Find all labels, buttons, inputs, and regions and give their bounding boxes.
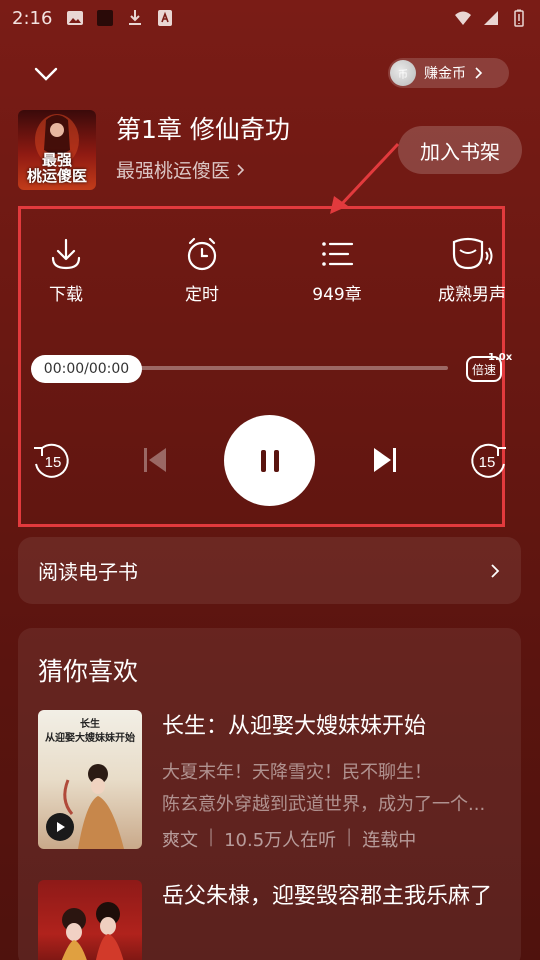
recommend-item[interactable]: 长生 从迎娶大嫂妹妹开始 长生：从迎娶大嫂妹妹开始 大夏末年！天降雪灾！民不聊生… (38, 710, 508, 852)
status-bar: 2:16 (0, 0, 540, 36)
chevron-down-icon (34, 67, 58, 81)
timer-label: 定时 (185, 285, 219, 305)
forward-15-button[interactable]: 15 (468, 440, 510, 482)
download-label: 下载 (49, 285, 83, 305)
svg-text:15: 15 (45, 454, 62, 471)
recommend-listeners: 10.5万人在听 (224, 830, 337, 851)
download-button[interactable]: 下载 (16, 236, 116, 305)
play-icon (57, 822, 65, 832)
recommend-meta: 爽文 | 10.5万人在听 | 连载中 (162, 826, 416, 852)
skip-next-icon (374, 448, 396, 472)
alarm-clock-icon (187, 237, 217, 271)
forward-15-icon: 15 (471, 443, 506, 478)
chapter-list-button[interactable]: 949章 (287, 236, 387, 305)
status-time: 2:16 (12, 7, 53, 29)
chevron-right-icon (475, 67, 483, 79)
play-badge-icon[interactable] (46, 813, 74, 841)
add-to-shelf-button[interactable]: 加入书架 (398, 126, 522, 174)
font-app-icon (158, 10, 173, 26)
speed-value: 1.0x (488, 352, 513, 363)
chapter-count-label: 949章 (312, 285, 362, 305)
voice-button[interactable]: 成熟男声 (422, 236, 522, 305)
book-name: 最强桃运傻医 (116, 160, 231, 182)
recommend-desc-2: 陈玄意外穿越到武道世界，成为了一个... (162, 794, 486, 815)
cover-title-line2: 桃运傻医 (26, 167, 87, 185)
recommend-title: 长生：从迎娶大嫂妹妹开始 (162, 714, 427, 739)
voice-icon (452, 237, 493, 270)
chapter-list-icon (322, 242, 354, 266)
skip-previous-icon (144, 448, 166, 472)
app-square-icon (97, 10, 114, 26)
status-system-icons (454, 9, 528, 27)
recommend-status: 连载中 (362, 830, 417, 851)
signal-icon (484, 11, 498, 25)
next-chapter-button[interactable] (368, 444, 400, 476)
rewind-15-button[interactable]: 15 (30, 440, 72, 482)
recommend-desc-1: 大夏末年！天降雪灾！民不聊生！ (162, 762, 432, 783)
previous-chapter-button[interactable] (140, 444, 172, 476)
meta-divider: | (346, 826, 353, 847)
recommend-cover: 长生 从迎娶大嫂妹妹开始 (38, 710, 142, 849)
voice-label: 成熟男声 (438, 285, 506, 305)
read-ebook-button[interactable]: 阅读电子书 (18, 537, 521, 604)
chevron-right-icon (491, 563, 500, 578)
cover-title-line1: 最强 (41, 151, 72, 169)
notification-icons (66, 9, 174, 27)
book-name-link[interactable]: 最强桃运傻医 (116, 156, 246, 183)
cover-illustration-icon (61, 902, 124, 960)
rewind-15-icon: 15 (34, 443, 69, 478)
recommend-cover (38, 880, 142, 960)
download-icon (51, 238, 81, 270)
wifi-icon (455, 11, 471, 25)
chevron-right-icon (237, 163, 245, 176)
progress-time-thumb[interactable]: 00:00/00:00 (31, 355, 142, 383)
earn-coins-button[interactable]: 币 赚金币 (388, 58, 509, 88)
pause-icon (260, 449, 279, 472)
recommendations-section: 猜你喜欢 长生 从迎娶大嫂妹妹开始 长生：从迎娶大嫂妹妹开始 大夏末年！天降雪灾… (18, 628, 521, 960)
read-ebook-label: 阅读电子书 (38, 560, 138, 584)
recommend-item[interactable]: 岳父朱棣，迎娶毁容郡主我乐麻了 (38, 880, 508, 960)
battery-icon (514, 9, 524, 27)
book-cover[interactable]: 最强 桃运傻医 (18, 110, 96, 190)
recommend-narrator: 爽文 (162, 830, 198, 851)
meta-divider: | (208, 826, 215, 847)
pause-button[interactable] (224, 415, 315, 506)
coin-icon: 币 (390, 60, 416, 86)
earn-coins-label: 赚金币 (424, 66, 466, 82)
collapse-player-button[interactable] (32, 62, 60, 86)
timer-button[interactable]: 定时 (152, 236, 252, 305)
download-status-icon (129, 10, 142, 25)
svg-text:15: 15 (479, 454, 496, 471)
recommendations-title: 猜你喜欢 (38, 657, 139, 686)
recommend-title: 岳父朱棣，迎娶毁容郡主我乐麻了 (162, 884, 493, 909)
chapter-title: 第1章 修仙奇功 (116, 115, 290, 144)
image-icon (67, 11, 84, 25)
